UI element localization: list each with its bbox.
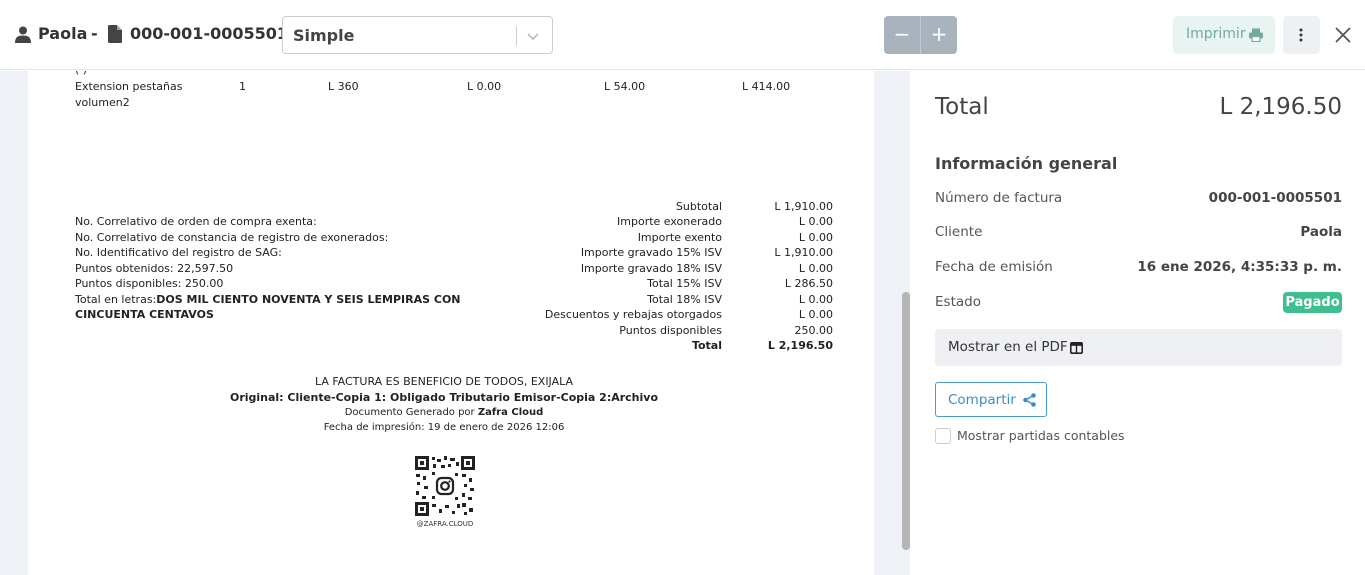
share-icon xyxy=(1023,393,1036,407)
summary-value: L 286.50 xyxy=(784,277,833,290)
summary-value: 250.00 xyxy=(794,324,834,337)
columns-icon xyxy=(1070,342,1083,354)
summary-label: Descuentos y rebajas otorgados xyxy=(544,308,722,321)
item-total: L 414.00 xyxy=(742,80,791,93)
item-discount: L 0.00 xyxy=(467,80,502,93)
field-value-issue-date: 16 ene 2026, 4:35:33 p. m. xyxy=(1137,259,1342,275)
footer-copies: Original: Cliente-Copia 1: Obligado Trib… xyxy=(229,391,659,404)
invoice-details-panel xyxy=(910,71,1365,575)
total-letters-prefix: Total en letras: xyxy=(75,293,157,306)
qr-code-image xyxy=(415,456,475,516)
summary-label: Importe exonerado xyxy=(617,215,722,228)
accounting-entries-checkbox[interactable] xyxy=(935,428,951,444)
summary-value: L 0.00 xyxy=(798,308,833,321)
summary-value: L 1,910.00 xyxy=(774,246,833,259)
total-letters-line2: CINCUENTA CENTAVOS xyxy=(75,308,214,321)
field-label-issue-date: Fecha de emisión xyxy=(935,259,1053,275)
template-select[interactable]: Simple xyxy=(282,16,553,54)
info-line: No. Correlativo de constancia de registr… xyxy=(75,231,389,244)
summary-total-label: Total xyxy=(691,339,722,352)
field-label-status: Estado xyxy=(935,294,981,310)
footer-print-date: Fecha de impresión: 19 de enero de 2026 … xyxy=(323,422,565,433)
more-options-button[interactable] xyxy=(1283,16,1320,54)
footer-brand: Zafra Cloud xyxy=(477,407,544,418)
show-in-pdf-label: Mostrar en el PDF xyxy=(948,339,1068,355)
share-button[interactable]: Compartir xyxy=(935,382,1047,417)
partial-row-text: ( ) xyxy=(75,71,87,77)
footer-generated-prefix: Documento Generado por xyxy=(344,407,475,418)
print-button[interactable]: Imprimir xyxy=(1173,16,1275,54)
accounting-entries-label[interactable]: Mostrar partidas contables xyxy=(957,428,1125,443)
total-letters-line1: DOS MIL CIENTO NOVENTA Y SEIS LEMPIRAS C… xyxy=(156,293,461,306)
info-line: Puntos disponibles: 250.00 xyxy=(75,277,224,290)
total-in-letters: Total en letras:DOS MIL CIENTO NOVENTA Y… xyxy=(75,293,461,307)
zoom-controls: − + xyxy=(884,16,957,54)
footer-generated: Documento Generado por Zafra Cloud xyxy=(144,406,744,420)
zoom-out-button[interactable]: − xyxy=(884,16,920,54)
item-tax: L 54.00 xyxy=(604,80,646,93)
field-value-invoice-number: 000-001-0005501 xyxy=(1208,190,1342,206)
printer-icon xyxy=(1249,28,1263,42)
summary-label: Total 15% ISV xyxy=(647,277,722,290)
preview-scrollbar-thumb[interactable] xyxy=(902,292,910,550)
field-value-client: Paola xyxy=(1300,224,1342,240)
template-select-value: Simple xyxy=(293,26,355,45)
close-icon[interactable] xyxy=(1334,26,1352,44)
item-price: L 360 xyxy=(328,80,359,93)
kebab-menu-icon xyxy=(1299,28,1303,42)
info-line: No. Identificativo del registro de SAG: xyxy=(75,246,282,259)
sidebar-total-label: Total xyxy=(935,94,989,120)
summary-label: Importe exento xyxy=(637,231,722,244)
item-description: Extension pestañas xyxy=(75,80,183,93)
summary-label: Importe gravado 15% ISV xyxy=(580,246,722,259)
document-icon xyxy=(108,25,122,43)
user-icon xyxy=(15,26,31,43)
footer-benefit: LA FACTURA ES BENEFICIO DE TODOS, EXIJAL… xyxy=(314,375,574,388)
item-quantity: 1 xyxy=(239,80,246,93)
summary-value: L 0.00 xyxy=(798,262,833,275)
summary-value: L 1,910.00 xyxy=(774,200,833,213)
summary-value: L 0.00 xyxy=(798,215,833,228)
title-separator: - xyxy=(91,24,98,43)
summary-label: Subtotal xyxy=(675,200,722,213)
zoom-in-button[interactable]: + xyxy=(921,16,957,54)
status-badge: Pagado xyxy=(1283,292,1342,313)
summary-label: Importe gravado 18% ISV xyxy=(580,262,722,275)
print-button-label: Imprimir xyxy=(1186,26,1246,42)
info-line: No. Correlativo de orden de compra exent… xyxy=(75,215,317,228)
summary-value: L 0.00 xyxy=(798,231,833,244)
select-separator xyxy=(516,26,517,46)
item-description-line2: volumen2 xyxy=(75,96,130,109)
invoice-number-title: 000-001-0005501 xyxy=(130,24,289,43)
chevron-down-icon[interactable] xyxy=(526,29,540,43)
top-bar: Paola - 000-001-0005501 Simple − + Impri… xyxy=(0,0,1365,70)
qr-caption: @ZAFRA.CLOUD xyxy=(416,520,474,528)
share-button-label: Compartir xyxy=(948,392,1016,408)
show-in-pdf-toggle[interactable]: Mostrar en el PDF xyxy=(935,329,1342,366)
sidebar-total-value: L 2,196.50 xyxy=(1219,94,1342,120)
client-name: Paola xyxy=(38,24,88,43)
summary-total-value: L 2,196.50 xyxy=(767,339,833,352)
summary-label: Total 18% ISV xyxy=(647,293,722,306)
summary-label: Puntos disponibles xyxy=(619,324,722,337)
info-line: Puntos obtenidos: 22,597.50 xyxy=(75,262,234,275)
summary-value: L 0.00 xyxy=(798,293,833,306)
general-info-title: Información general xyxy=(935,154,1118,173)
field-label-invoice-number: Número de factura xyxy=(935,190,1063,206)
field-label-client: Cliente xyxy=(935,224,983,240)
